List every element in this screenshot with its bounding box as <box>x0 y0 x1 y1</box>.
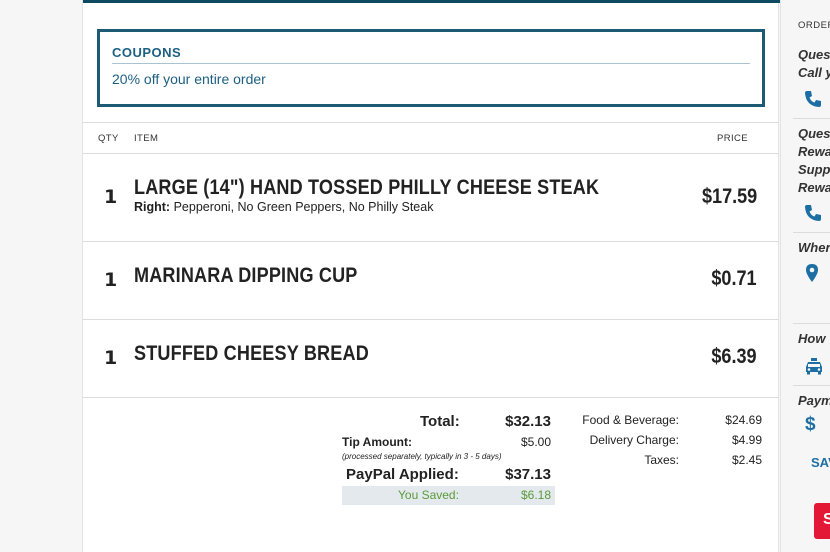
question-call-line1: Ques <box>798 47 830 62</box>
order-totals: Total: $32.13 Tip Amount: $5.00 (process… <box>83 400 779 552</box>
sidebar-header: ORDER <box>798 20 830 31</box>
order-summary-panel: COUPONS 20% off your entire order QTY IT… <box>82 0 780 552</box>
sidebar-divider <box>793 323 830 324</box>
coupons-title: COUPONS <box>112 45 182 60</box>
saved-label: You Saved: <box>398 488 459 502</box>
item-qty: 1 <box>104 347 118 369</box>
top-accent-bar <box>83 0 780 3</box>
tip-value: $5.00 <box>520 435 551 449</box>
table-row[interactable]: 1 STUFFED CHEESY BREAD $6.39 <box>83 320 779 398</box>
tip-label: Tip Amount: <box>342 435 412 449</box>
table-row[interactable]: 1 LARGE (14") HAND TOSSED PHILLY CHEESE … <box>83 154 779 242</box>
saved-bar: You Saved: $6.18 <box>342 486 555 505</box>
question-rewards: Ques Rewa Supp Rewa <box>798 125 830 197</box>
header-item: ITEM <box>134 133 159 144</box>
delivery-value: $4.99 <box>731 433 762 447</box>
coupons-divider <box>112 63 750 64</box>
question-rewards-line4: Rewa <box>798 180 830 195</box>
item-name: STUFFED CHEESY BREAD <box>134 342 369 365</box>
question-rewards-line3: Supp <box>798 162 830 177</box>
item-price: $17.59 <box>701 185 757 208</box>
item-options-label: Right: <box>134 200 171 214</box>
item-name: LARGE (14") HAND TOSSED PHILLY CHEESE ST… <box>134 176 600 199</box>
taxes-label: Taxes: <box>644 453 679 467</box>
tip-note: (processed separately, typically in 3 - … <box>342 452 502 461</box>
paypal-label: PayPal Applied: <box>346 466 459 483</box>
total-label: Total: <box>420 413 460 430</box>
submit-button-label: S <box>823 511 830 529</box>
item-qty: 1 <box>104 269 118 291</box>
food-label: Food & Beverage: <box>582 413 679 427</box>
order-items-table: QTY ITEM PRICE 1 LARGE (14") HAND TOSSED… <box>83 122 779 398</box>
sidebar-divider <box>793 232 830 233</box>
paypal-value: $37.13 <box>505 466 551 483</box>
header-price: PRICE <box>717 133 749 144</box>
table-row[interactable]: 1 MARINARA DIPPING CUP $0.71 <box>83 242 779 320</box>
item-name: MARINARA DIPPING CUP <box>134 264 358 287</box>
question-rewards-line1: Ques <box>798 126 830 141</box>
dollar-icon: $ <box>805 414 816 435</box>
question-call-line2: Call y <box>798 65 830 80</box>
question-how: How <box>798 331 826 346</box>
question-call: Ques Call y <box>798 46 830 82</box>
location-pin-icon <box>806 264 818 282</box>
item-qty: 1 <box>104 186 118 208</box>
question-where: Wher <box>798 240 830 255</box>
sidebar-divider <box>793 385 830 386</box>
phone-icon[interactable] <box>803 203 823 223</box>
total-value: $32.13 <box>505 413 551 430</box>
delivery-label: Delivery Charge: <box>589 433 679 447</box>
order-info-sidebar: ORDER Ques Call y Ques Rewa Supp Rewa Wh… <box>780 0 830 552</box>
table-header: QTY ITEM PRICE <box>83 123 779 154</box>
coupons-box: COUPONS 20% off your entire order <box>97 29 765 107</box>
submit-button[interactable]: S <box>814 503 830 539</box>
sidebar-divider <box>793 118 830 119</box>
question-rewards-line2: Rewa <box>798 144 830 159</box>
saved-value: $6.18 <box>520 488 551 502</box>
taxes-value: $2.45 <box>731 453 762 467</box>
question-payment: Paym <box>798 393 830 408</box>
save-link[interactable]: SAV <box>811 455 830 470</box>
item-price: $6.39 <box>711 345 757 368</box>
phone-icon[interactable] <box>803 89 823 109</box>
car-icon <box>806 358 822 375</box>
food-value: $24.69 <box>725 413 762 427</box>
item-options-text: Pepperoni, No Green Peppers, No Philly S… <box>173 200 434 214</box>
item-price: $0.71 <box>711 267 757 290</box>
header-qty: QTY <box>98 133 119 144</box>
coupon-description: 20% off your entire order <box>112 71 266 87</box>
item-options: Right: Pepperoni, No Green Peppers, No P… <box>134 200 433 214</box>
